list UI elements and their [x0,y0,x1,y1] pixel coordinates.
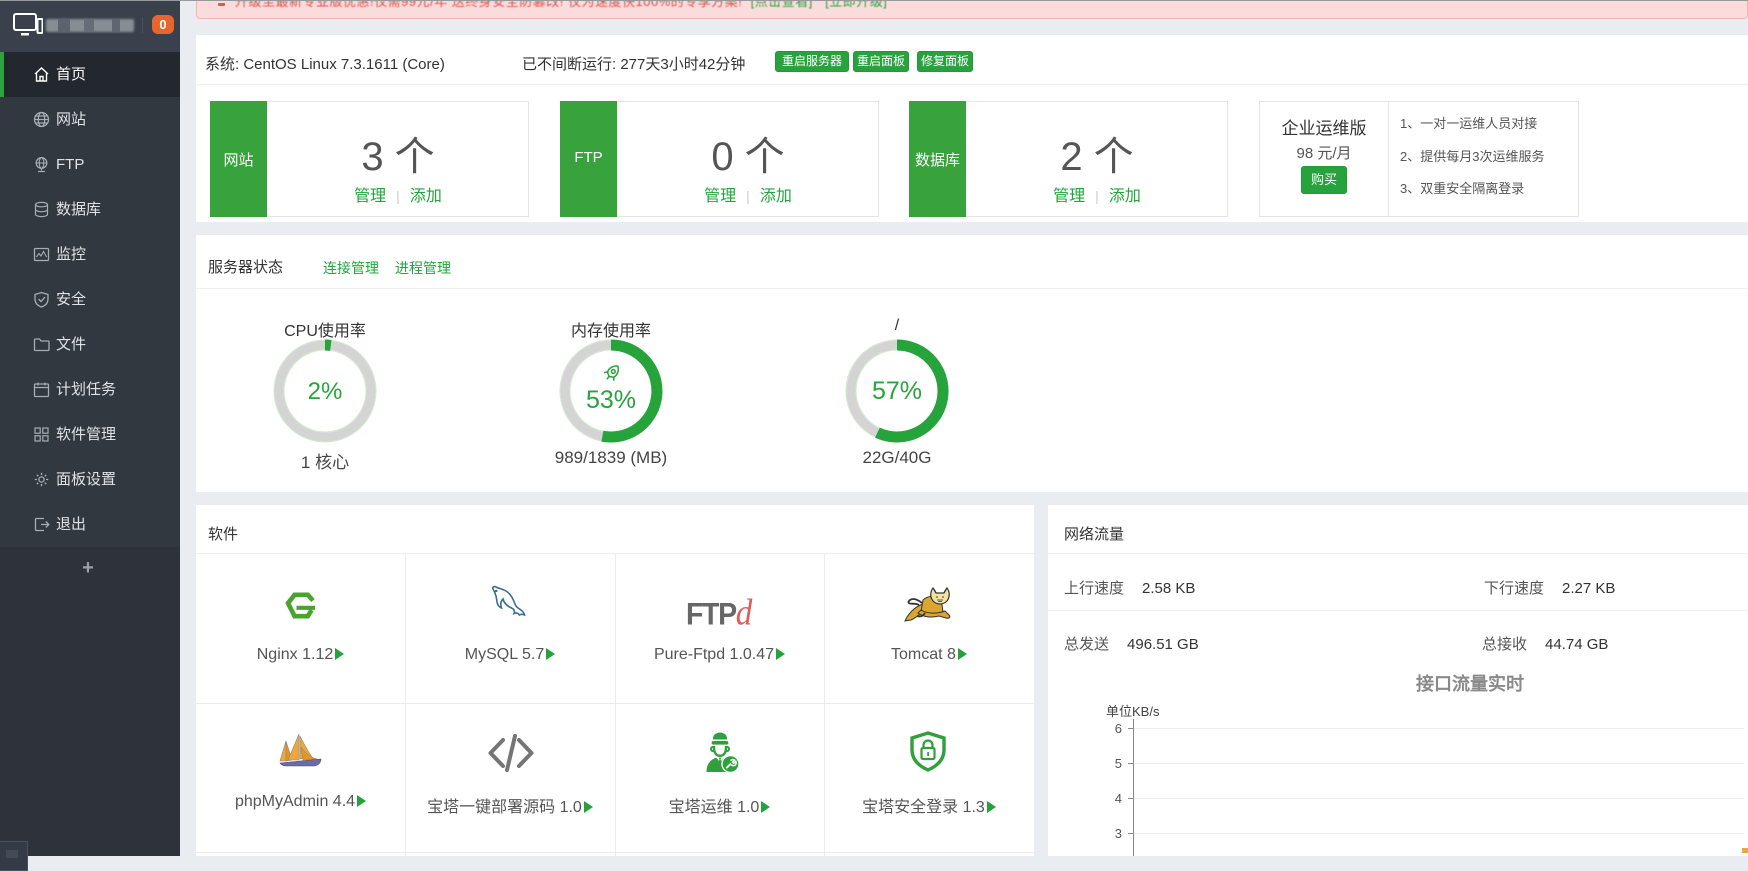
svg-text:2%: 2% [308,378,343,405]
svg-text:57%: 57% [872,377,922,405]
svg-text:53%: 53% [586,386,636,414]
